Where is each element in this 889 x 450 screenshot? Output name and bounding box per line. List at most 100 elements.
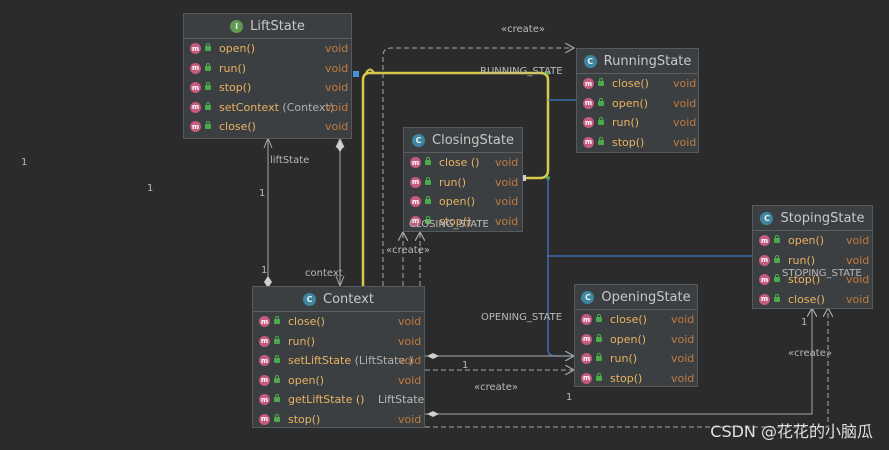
class-icon: C	[412, 133, 426, 147]
method-row[interactable]: m close() void	[253, 312, 424, 332]
method-icon: m	[583, 117, 594, 129]
method-row[interactable]: m close() void	[575, 310, 697, 330]
method-icon: m	[410, 176, 421, 188]
return-type: void	[398, 334, 422, 348]
public-lock-icon	[425, 196, 431, 205]
return-type: void	[671, 332, 695, 346]
method-row[interactable]: m run() void	[253, 332, 424, 352]
class-openingstate[interactable]: C OpeningState m close() void m open() void …	[574, 284, 698, 387]
public-lock-icon	[774, 293, 780, 302]
role-label-closing: CLOSING_STATE	[409, 219, 489, 230]
return-type: void	[671, 352, 695, 366]
method-row[interactable]: m setContext (Context) void	[184, 98, 351, 118]
method-row[interactable]: m run() void	[575, 349, 697, 369]
class-stopingstate[interactable]: C StopingState m open() void m run() void ms…	[752, 205, 873, 309]
return-type: void	[673, 77, 697, 91]
return-type: void	[495, 195, 519, 209]
return-type: void	[325, 120, 349, 134]
method-row[interactable]: m open() void	[753, 231, 872, 251]
method-icon: m	[581, 372, 592, 384]
method-row[interactable]: m stop() void	[253, 410, 424, 430]
method-row[interactable]: m stop() void	[184, 78, 351, 98]
public-lock-icon	[596, 353, 602, 362]
method-abstract-icon: m	[190, 121, 201, 133]
multiplicity-label: 1	[566, 392, 573, 403]
return-type: void	[325, 100, 349, 114]
class-context[interactable]: C Context m close() void m run() void m setLi…	[252, 286, 425, 428]
method-icon: m	[259, 355, 270, 367]
public-lock-icon	[274, 374, 280, 383]
class-icon: C	[760, 211, 774, 225]
method-abstract-icon: m	[190, 62, 201, 74]
method-icon: m	[581, 333, 592, 345]
method-row[interactable]: m open() void	[404, 192, 522, 212]
method-row[interactable]: m run() void	[577, 113, 698, 133]
public-lock-icon	[274, 355, 280, 364]
create-label: «create»	[386, 245, 430, 256]
class-context-title: Context	[323, 291, 374, 307]
public-lock-icon	[205, 62, 211, 71]
method-icon: m	[259, 374, 270, 386]
public-lock-icon	[598, 136, 604, 145]
method-row[interactable]: m stop() void	[575, 369, 697, 389]
method-row[interactable]: m getLiftState () LiftState	[253, 390, 424, 410]
method-icon: m	[583, 97, 594, 109]
public-lock-icon	[205, 121, 211, 130]
method-row[interactable]: m close() void	[184, 117, 351, 137]
return-type: void	[495, 175, 519, 189]
class-runningstate-header: C RunningState	[577, 49, 698, 74]
class-icon: C	[583, 54, 597, 68]
class-runningstate[interactable]: C RunningState m close() void m open() void …	[576, 48, 699, 153]
multiplicity-label: 1	[21, 157, 28, 168]
method-row[interactable]: m close () void	[404, 153, 522, 173]
method-row[interactable]: m setLiftState (LiftState ) void	[253, 351, 424, 371]
return-type: LiftState	[378, 393, 425, 407]
public-lock-icon	[205, 82, 211, 91]
role-label-opening: OPENING_STATE	[481, 312, 563, 323]
class-icon: C	[303, 292, 317, 306]
interface-icon: I	[230, 19, 244, 33]
method-abstract-icon: m	[190, 43, 201, 55]
class-closingstate-header: C ClosingState	[404, 128, 522, 153]
public-lock-icon	[598, 97, 604, 106]
class-closingstate[interactable]: C ClosingState m close () void m run() void …	[403, 127, 523, 232]
method-abstract-icon: m	[190, 101, 201, 113]
public-lock-icon	[425, 157, 431, 166]
method-icon: m	[581, 353, 592, 365]
return-type: void	[673, 116, 697, 130]
public-lock-icon	[774, 254, 780, 263]
role-label-context: context	[305, 268, 343, 279]
return-type: void	[846, 292, 870, 306]
method-icon: m	[410, 196, 421, 208]
method-row[interactable]: m open() void	[575, 330, 697, 350]
method-row[interactable]: m open() void	[184, 39, 351, 59]
role-label-liftstate: liftState	[270, 155, 310, 166]
method-icon: m	[259, 413, 270, 425]
method-icon: m	[759, 254, 770, 266]
class-runningstate-title: RunningState	[603, 53, 692, 69]
multiplicity-label: 1	[801, 317, 808, 328]
method-icon: m	[583, 78, 594, 90]
method-row[interactable]: m open() void	[577, 94, 698, 114]
method-row[interactable]: m open() void	[253, 371, 424, 391]
public-lock-icon	[598, 78, 604, 87]
public-lock-icon	[274, 316, 280, 325]
method-row[interactable]: m run() void	[184, 59, 351, 79]
method-row[interactable]: m close() void	[577, 74, 698, 94]
method-icon: m	[759, 274, 770, 286]
role-label-running: RUNNING_STATE	[480, 66, 563, 77]
class-icon: C	[581, 290, 595, 304]
class-context-header: C Context	[253, 287, 424, 312]
public-lock-icon	[774, 274, 780, 283]
return-type: void	[325, 81, 349, 95]
method-row[interactable]: m stop() void	[577, 133, 698, 153]
method-row[interactable]: m run() void	[404, 173, 522, 193]
multiplicity-label: 1	[147, 183, 154, 194]
return-type: void	[671, 371, 695, 385]
class-liftstate[interactable]: I LiftState m open() void m run() void m stop…	[183, 13, 352, 139]
multiplicity-label: 1	[259, 188, 266, 199]
method-row[interactable]: m close() void	[753, 290, 872, 310]
create-label: «create»	[474, 382, 518, 393]
method-name: setLiftState	[288, 354, 352, 368]
return-type: void	[398, 354, 422, 368]
